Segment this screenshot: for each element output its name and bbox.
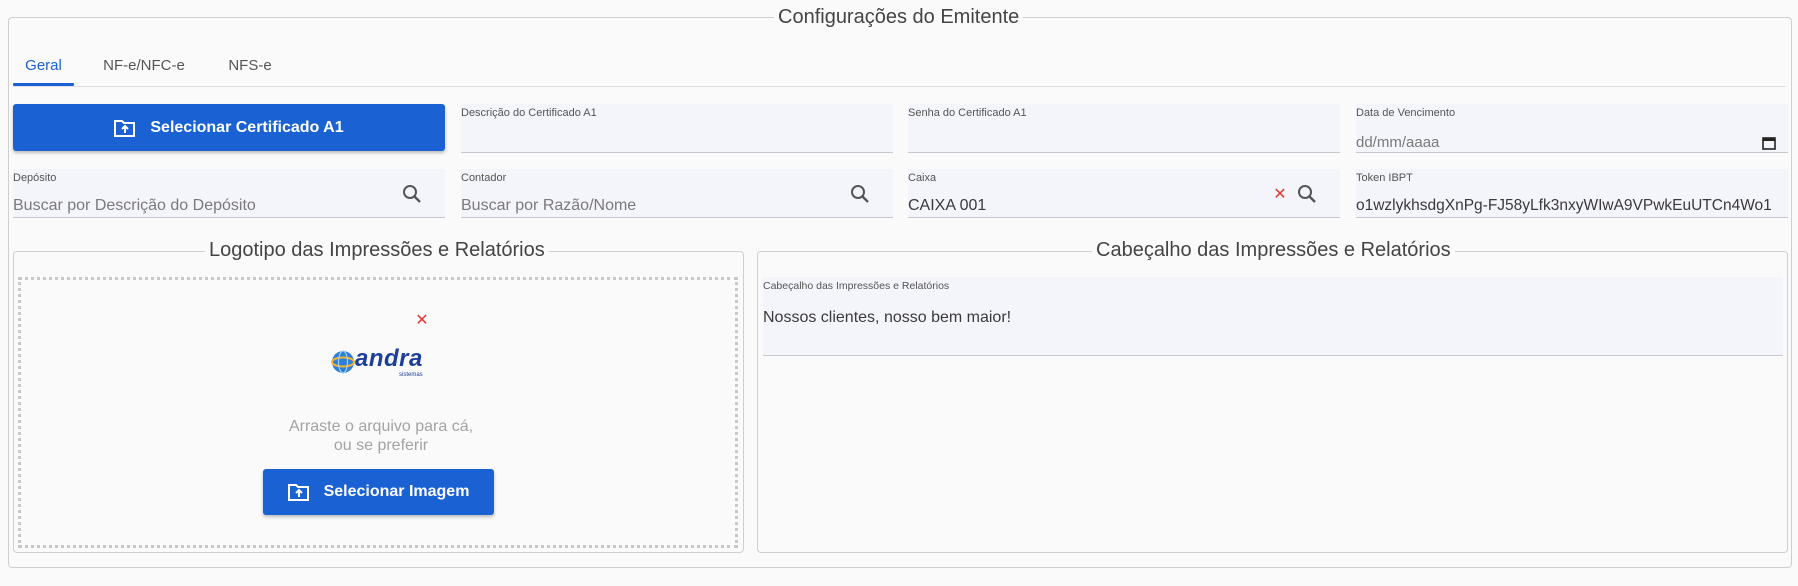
logo-section-title: Logotipo das Impressões e Relatórios bbox=[205, 237, 549, 263]
ibpt-token-label: Token IBPT bbox=[1356, 172, 1413, 184]
close-icon[interactable]: ✕ bbox=[1272, 187, 1288, 203]
globe-logo-icon bbox=[331, 350, 355, 374]
certificate-description-label: Descrição do Certificado A1 bbox=[461, 107, 597, 119]
header-text-field[interactable]: Cabeçalho das Impressões e Relatórios No… bbox=[763, 277, 1783, 356]
deposit-field[interactable]: Depósito Buscar por Descrição do Depósit… bbox=[13, 169, 445, 218]
expiry-date-field[interactable]: Data de Vencimento dd/mm/aaaa bbox=[1356, 104, 1788, 153]
logo-subtext: sistemas bbox=[399, 372, 423, 378]
section-title: Configurações do Emitente bbox=[774, 4, 1024, 30]
ibpt-token-field[interactable]: Token IBPT o1wzlykhsdgXnPg-FJ58yLfk3nxyW… bbox=[1356, 169, 1788, 218]
select-certificate-button[interactable]: Selecionar Certificado A1 bbox=[13, 104, 445, 151]
search-icon[interactable] bbox=[401, 183, 423, 205]
logo-drop-zone[interactable]: ✕ andra sistemas Arraste o arquivo para … bbox=[18, 277, 738, 548]
select-image-button[interactable]: Selecionar Imagem bbox=[263, 469, 494, 515]
upload-folder-icon bbox=[287, 484, 309, 501]
remove-logo-icon[interactable]: ✕ bbox=[414, 313, 430, 329]
accountant-field[interactable]: Contador Buscar por Razão/Nome bbox=[461, 169, 893, 218]
search-icon[interactable] bbox=[1296, 183, 1318, 205]
tab-nfe-nfce[interactable]: NF-e/NFC-e bbox=[96, 54, 192, 88]
header-text-value[interactable]: Nossos clientes, nosso bem maior! bbox=[763, 309, 1011, 327]
calendar-icon[interactable] bbox=[1760, 134, 1778, 152]
cash-register-label: Caixa bbox=[908, 172, 937, 184]
header-text-label: Cabeçalho das Impressões e Relatórios bbox=[763, 280, 950, 292]
accountant-label: Contador bbox=[461, 172, 507, 184]
drop-instruction-line1: Arraste o arquivo para cá, bbox=[288, 418, 474, 435]
upload-folder-icon bbox=[114, 119, 136, 137]
select-image-label: Selecionar Imagem bbox=[323, 483, 470, 500]
company-logo: andra sistemas bbox=[330, 345, 430, 381]
expiry-date-value: dd/mm/aaaa bbox=[1356, 134, 1440, 151]
accountant-input[interactable]: Buscar por Razão/Nome bbox=[461, 197, 636, 215]
ibpt-token-value[interactable]: o1wzlykhsdgXnPg-FJ58yLfk3nxyWIwA9VPwkEuU… bbox=[1356, 197, 1772, 215]
active-tab-indicator bbox=[13, 83, 74, 86]
certificate-password-label: Senha do Certificado A1 bbox=[908, 107, 1027, 119]
logo-text: andra bbox=[355, 345, 423, 372]
cash-register-value[interactable]: CAIXA 001 bbox=[908, 197, 986, 215]
header-section-title: Cabeçalho das Impressões e Relatórios bbox=[1092, 237, 1455, 263]
expiry-date-label: Data de Vencimento bbox=[1356, 107, 1456, 119]
select-certificate-label: Selecionar Certificado A1 bbox=[150, 118, 344, 136]
certificate-password-field[interactable]: Senha do Certificado A1 bbox=[908, 104, 1340, 153]
drop-instruction-line2: ou se preferir bbox=[333, 437, 429, 454]
tabs-divider bbox=[13, 86, 1786, 87]
deposit-label: Depósito bbox=[13, 172, 57, 184]
search-icon[interactable] bbox=[849, 183, 871, 205]
cash-register-field[interactable]: Caixa CAIXA 001 ✕ bbox=[908, 169, 1340, 218]
tab-nfse[interactable]: NFS-e bbox=[221, 54, 279, 88]
deposit-input[interactable]: Buscar por Descrição do Depósito bbox=[13, 197, 256, 215]
certificate-description-field[interactable]: Descrição do Certificado A1 bbox=[461, 104, 893, 153]
